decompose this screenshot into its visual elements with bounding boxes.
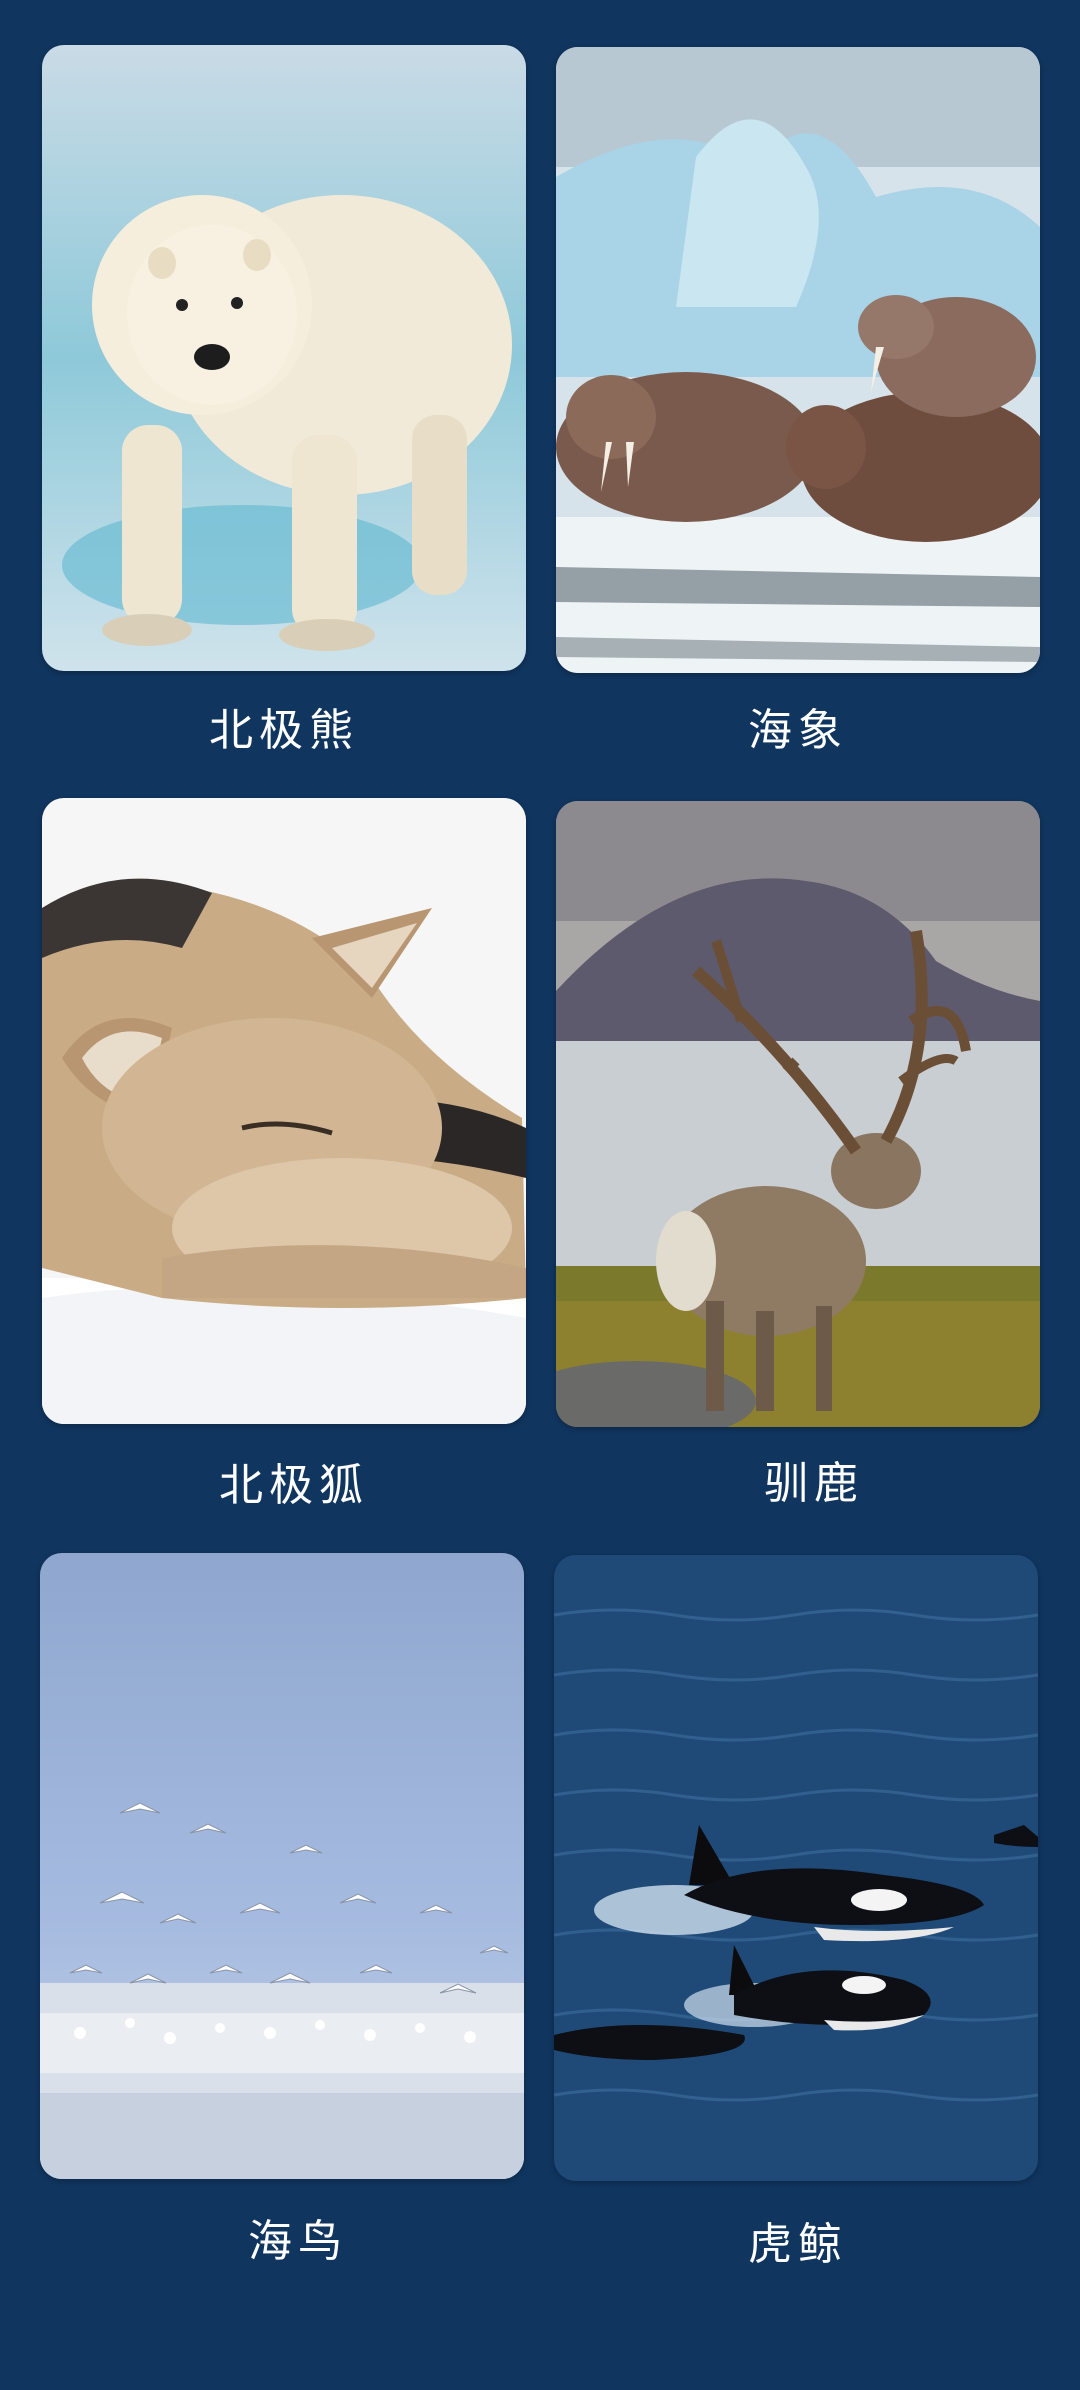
animal-label: 海鸟	[248, 2216, 348, 2267]
polar-bear-image	[42, 45, 526, 671]
orca-image	[554, 1555, 1038, 2181]
animal-label: 虎鲸	[748, 2219, 848, 2270]
animal-card-orca[interactable]	[554, 1555, 1038, 2181]
animal-card-arctic-fox[interactable]	[42, 798, 526, 1424]
arctic-fox-image	[42, 798, 526, 1424]
animal-card-polar-bear[interactable]	[42, 45, 526, 671]
animal-label: 北极狐	[219, 1460, 369, 1511]
walrus-image	[556, 47, 1040, 673]
animal-label: 海象	[748, 705, 848, 756]
animal-label: 驯鹿	[764, 1458, 864, 1509]
seabirds-image	[40, 1553, 524, 2179]
animal-card-walrus[interactable]	[556, 47, 1040, 673]
animal-card-seabirds[interactable]	[40, 1553, 524, 2179]
animal-label: 北极熊	[209, 705, 359, 756]
reindeer-image	[556, 801, 1040, 1427]
animal-card-reindeer[interactable]	[556, 801, 1040, 1427]
